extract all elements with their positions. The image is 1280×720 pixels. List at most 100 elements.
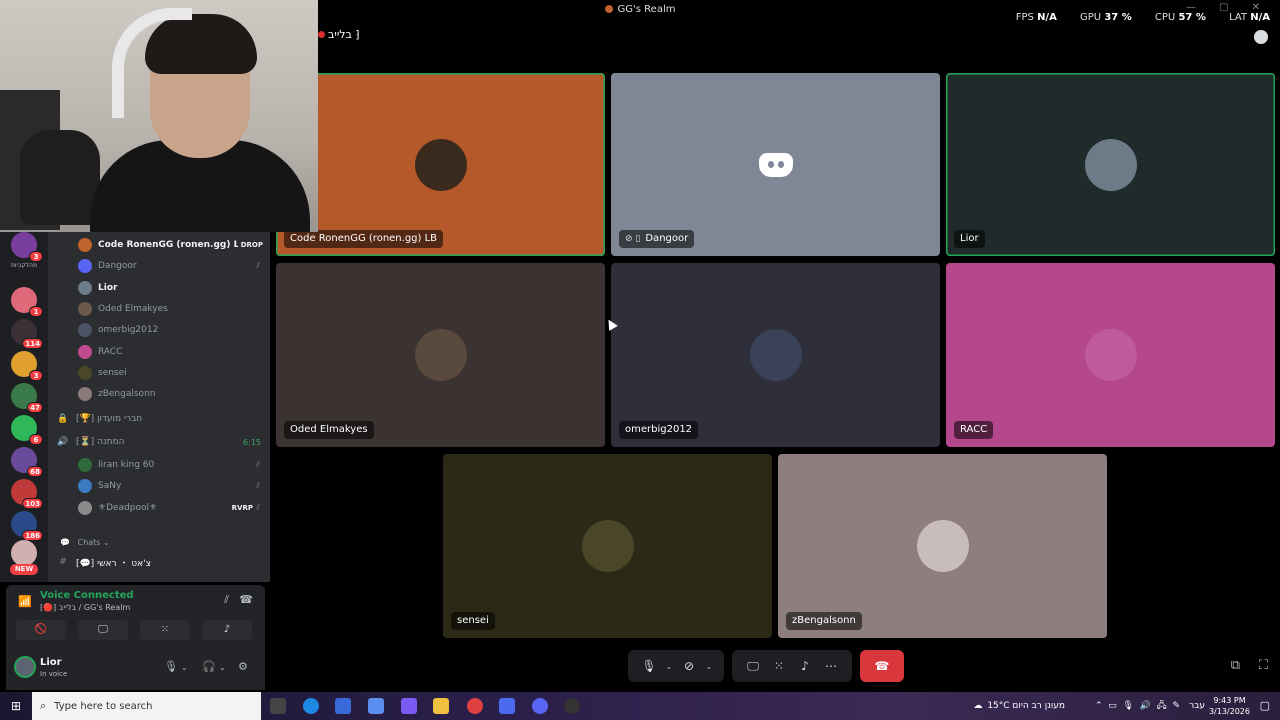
category-chats[interactable]: 💬 Chats ⌄ — [60, 538, 110, 547]
participant-name: Code RonenGG (ronen.gg) LB — [290, 233, 438, 244]
video-tile[interactable]: zBengalsonn — [778, 454, 1107, 638]
app-icon[interactable] — [499, 698, 515, 714]
app-icon[interactable] — [401, 698, 417, 714]
video-tile[interactable]: omerbig2012 — [611, 263, 940, 447]
voice-member[interactable]: Oded Elmakyes — [78, 300, 263, 318]
voice-member[interactable]: omerbig2012 — [78, 321, 263, 339]
voice-location[interactable]: ⁅🔴⁆ בלייב / GG's Realm — [40, 603, 130, 612]
chevron-down-icon[interactable]: ⌄ — [702, 662, 716, 671]
text-channel-main[interactable]: # ⁅💬⁆ צ'אט ・ ראשי — [56, 553, 261, 571]
voice-member[interactable]: ⚜Deadpool⚜ RVRP ⫽ — [78, 499, 263, 517]
participant-nameplate: Code RonenGG (ronen.gg) LB — [284, 230, 444, 248]
avatar — [78, 365, 92, 380]
video-tile[interactable]: Lior — [946, 73, 1275, 256]
network-icon[interactable]: 🖧 — [1157, 698, 1167, 714]
user-panel: Lior In voice 🎙 ⌄ 🎧 ⌄ ⚙ — [6, 645, 265, 690]
windows-start-icon[interactable]: ⊞ — [8, 698, 24, 714]
chevron-down-icon[interactable]: ⌄ — [181, 663, 188, 672]
noise-suppression-icon[interactable]: ⫽ — [224, 593, 229, 607]
store-icon[interactable] — [335, 698, 351, 714]
server-icon[interactable]: 47 — [11, 383, 43, 413]
participant-nameplate: sensei — [451, 612, 495, 630]
screen-share-icon[interactable]: 🖵 — [740, 659, 766, 674]
member-name: Dangoor — [98, 261, 137, 272]
server-icon[interactable] — [11, 540, 37, 566]
headphones-icon — [112, 8, 192, 118]
disconnect-icon[interactable]: ☎ — [239, 593, 253, 606]
microphone-icon[interactable]: 🎙 — [636, 659, 662, 673]
participant-name: omerbig2012 — [625, 424, 693, 435]
chevron-down-icon[interactable]: ⌄ — [662, 662, 676, 671]
more-options-icon[interactable]: ⋯ — [818, 659, 844, 673]
chevron-down-icon[interactable]: ⌄ — [219, 663, 226, 672]
system-tray[interactable]: ⌃ ▭ 🎙 🔊 🖧 ✎ — [1095, 692, 1180, 720]
copilot-icon[interactable] — [368, 698, 384, 714]
screen-share-button[interactable]: 🖵 — [78, 620, 128, 640]
server-icon[interactable]: 114 — [11, 319, 43, 349]
soundboard-icon[interactable]: ♪ — [792, 659, 818, 673]
chrome-icon[interactable] — [467, 698, 483, 714]
chat-bubble-icon[interactable] — [1254, 30, 1268, 44]
voice-member[interactable]: Dangoor ⫽ — [78, 257, 263, 275]
voice-status[interactable]: Voice Connected — [40, 590, 134, 601]
avatar[interactable] — [14, 656, 36, 678]
voice-member[interactable]: SaNy ⫽ — [78, 477, 263, 495]
voice-member[interactable]: zBengalsonn — [78, 385, 263, 403]
fullscreen-icon[interactable]: ⛶ — [1259, 658, 1268, 673]
soundboard-button[interactable]: ♪ — [202, 620, 252, 640]
video-tile[interactable]: sensei — [443, 454, 772, 638]
activity-icon[interactable]: ⁙ — [766, 659, 792, 673]
live-dot-icon — [318, 31, 325, 38]
voice-channel-gift[interactable]: 🔊 ⁅⏳⁆ המתנה 6:15 — [56, 433, 261, 451]
clock[interactable]: 9:43 PM 3/13/2026 — [1209, 695, 1250, 717]
obs-icon[interactable] — [564, 698, 580, 714]
edge-icon[interactable] — [303, 698, 319, 714]
server-icon[interactable]: 3 — [11, 351, 43, 381]
avatar — [1084, 329, 1137, 381]
task-view-icon[interactable] — [270, 698, 286, 714]
headphones-icon[interactable]: 🎧 — [202, 660, 216, 673]
participant-nameplate: RACC — [954, 421, 994, 439]
microphone-icon[interactable]: 🎙 — [164, 660, 178, 673]
server-icon[interactable]: 186 — [11, 511, 43, 541]
gear-icon[interactable]: ⚙ — [238, 660, 248, 673]
tray-chevron-icon[interactable]: ⌃ — [1095, 701, 1103, 711]
activity-button[interactable]: ⁙ — [140, 620, 190, 640]
file-explorer-icon[interactable] — [433, 698, 449, 714]
server-icon[interactable]: 1 — [11, 287, 43, 317]
server-icon[interactable]: 103 — [11, 479, 43, 509]
hang-up-button[interactable]: ☎ — [860, 650, 904, 682]
notification-icon[interactable]: ▢ — [1260, 699, 1270, 712]
voice-member[interactable]: Code RonenGG (ronen.gg) LB DROP — [78, 236, 263, 254]
video-tile[interactable]: Oded Elmakyes — [276, 263, 605, 447]
battery-icon[interactable]: ▭ — [1108, 701, 1117, 711]
voice-member[interactable]: sensei — [78, 364, 263, 382]
camera-off-icon[interactable]: ⊘ — [676, 659, 702, 673]
deafened-icon: ⫽ — [256, 261, 260, 271]
server-icon[interactable]: 3 — [11, 232, 43, 262]
video-tile[interactable]: Code RonenGG (ronen.gg) LB — [276, 73, 605, 256]
microphone-icon[interactable]: 🎙 — [1123, 701, 1134, 711]
weather-widget[interactable]: ☁ 15°C מעונן רב היום — [973, 692, 1065, 720]
pen-icon[interactable]: ✎ — [1172, 701, 1180, 711]
avatar — [78, 458, 92, 472]
popout-icon[interactable]: ⧉ — [1231, 658, 1240, 673]
server-icon[interactable]: 68 — [11, 447, 43, 477]
video-tile[interactable]: RACC — [946, 263, 1275, 447]
username[interactable]: Lior — [40, 657, 62, 668]
participant-name: zBengalsonn — [792, 615, 856, 626]
video-tile[interactable]: ⊘ ▯ Dangoor — [611, 73, 940, 256]
volume-icon[interactable]: 🔊 — [1140, 701, 1151, 711]
voice-member[interactable]: liran king 60 ⫽ — [78, 456, 263, 474]
voice-member[interactable]: RACC — [78, 343, 263, 361]
avatar — [1084, 138, 1137, 191]
discord-taskbar-icon[interactable] — [532, 698, 548, 714]
camera-off-button[interactable]: 🚫 — [16, 620, 66, 640]
voice-channel-club[interactable]: 🔒 ⁅🏆⁆ חברי מועדון — [56, 410, 261, 428]
voice-member[interactable]: Lior — [78, 279, 263, 297]
member-name: liran king 60 — [98, 460, 155, 470]
server-icon[interactable]: 6 — [11, 415, 43, 445]
language-indicator[interactable]: עבר — [1189, 692, 1205, 720]
avatar — [581, 520, 634, 572]
taskbar-search[interactable]: ⌕ Type here to search — [32, 692, 261, 720]
